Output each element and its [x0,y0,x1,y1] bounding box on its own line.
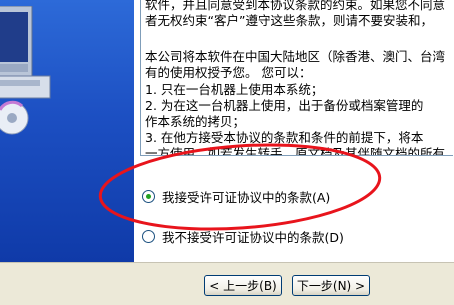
license-line: 3. 在他方接受本协议的条款和条件的前提下，将本 [145,130,424,145]
decline-license-option[interactable]: 我不接受许可证协议中的条款(D) [142,227,344,245]
license-line: 本公司将本软件在中国大陆地区（除香港、澳门、台湾 [145,49,446,64]
license-text-area[interactable]: 软件，并且同意受到本协议条款的约束。如果您不同意 者无权约束“客户”遵守这些条款… [140,0,453,156]
accept-license-option[interactable]: 我接受许可证协议中的条款(A) [142,187,330,205]
computer-icon [0,6,51,135]
license-line: 软件，并且同意受到本协议条款的约束。如果您不同意 [145,0,446,12]
wizard-button-bar: < 上一步(B) 下一步(N) > [0,262,454,305]
setup-wizard-window: 软件，并且同意受到本协议条款的约束。如果您不同意 者无权约束“客户”遵守这些条款… [0,0,454,305]
decline-label: 我不接受许可证协议中的条款(D) [162,229,344,245]
wizard-content: 软件，并且同意受到本协议条款的约束。如果您不同意 者无权约束“客户”遵守这些条款… [134,0,454,262]
accept-label: 我接受许可证协议中的条款(A) [162,189,331,205]
license-line: 有的使用权授予您。 您可以： [145,65,312,80]
back-button[interactable]: < 上一步(B) [204,275,282,296]
license-line: 者无权约束“客户”遵守这些条款，则请不要安装和， [145,13,433,28]
license-line: 一方使用。如若发生转手，原文档及其伴随文档的所有 [145,146,446,156]
decline-radio[interactable] [142,229,155,243]
license-line: 2. 为在这一台机器上使用，出于备份或档案管理的 [145,98,424,113]
license-line: 作本系统的拷贝； [145,114,246,129]
license-line: 1. 只在一台机器上使用本系统； [145,82,324,97]
wizard-side-panel [0,0,134,262]
accept-radio[interactable] [142,189,155,203]
next-button[interactable]: 下一步(N) > [292,275,370,296]
